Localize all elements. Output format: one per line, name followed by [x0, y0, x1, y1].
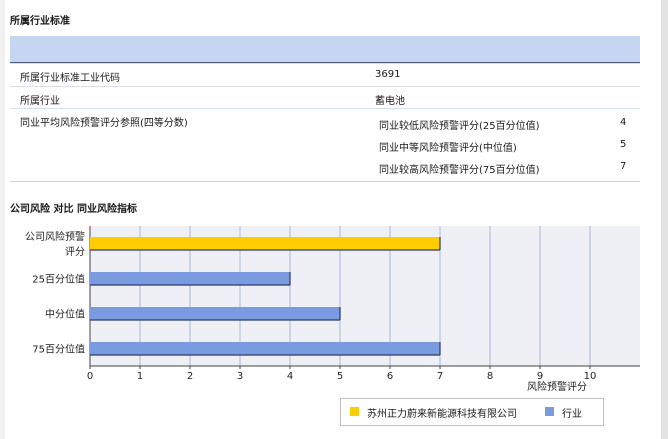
- x-tick-label: 6: [387, 371, 393, 382]
- x-tick-label: 9: [537, 371, 543, 382]
- bar: [90, 272, 290, 285]
- y-category-label: 公司风险预警: [25, 230, 85, 243]
- chart-legend: 苏州正力蔚来新能源科技有限公司 行业: [340, 398, 604, 426]
- y-category-label: 75百分位值: [32, 343, 85, 356]
- bar: [90, 307, 340, 320]
- x-tick-label: 0: [87, 371, 93, 382]
- y-category-label: 中分位值: [45, 308, 85, 321]
- x-axis-title: 风险预警评分: [527, 380, 587, 393]
- x-tick-label: 4: [287, 371, 293, 382]
- legend-label-industry: 行业: [562, 409, 582, 420]
- bar: [90, 237, 440, 250]
- y-category-label: 评分: [65, 246, 85, 258]
- x-tick-label: 5: [337, 371, 343, 382]
- y-category-label: 25百分位值: [32, 273, 85, 286]
- x-tick-label: 3: [237, 371, 243, 382]
- x-tick-label: 1: [137, 371, 143, 382]
- legend-label-company: 苏州正力蔚来新能源科技有限公司: [367, 409, 517, 420]
- bar: [90, 342, 440, 355]
- x-tick-label: 7: [437, 371, 443, 382]
- x-tick-label: 8: [487, 371, 493, 382]
- x-tick-label: 2: [187, 371, 193, 382]
- legend-swatch-company: [350, 407, 359, 416]
- legend-swatch-industry: [545, 407, 554, 416]
- risk-comparison-chart: 0 1 2 3 4 5 6 7 8 9 10 公司风险预警评分 25百分位值中分位值 75百分位值风险预警…: [25, 226, 640, 393]
- x-tick-label: 10: [584, 371, 597, 382]
